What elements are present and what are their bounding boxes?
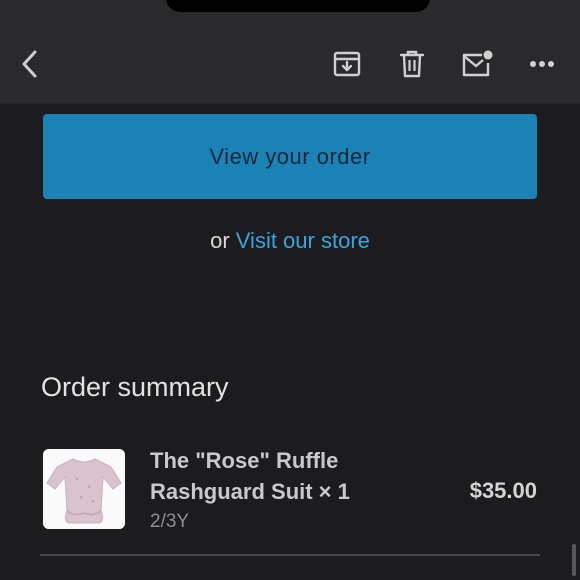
summary-divider [40,554,540,556]
chevron-left-icon [22,50,37,78]
mail-unread-icon [462,50,493,77]
scrollbar[interactable] [572,544,576,576]
product-variant: 2/3Y [150,511,190,532]
more-horizontal-icon [530,61,554,67]
view-order-button[interactable]: View your order [43,114,537,199]
archive-icon [333,51,361,77]
order-summary-title: Order summary [41,372,229,402]
product-price: $35.00 [469,478,537,503]
trash-icon [399,50,425,78]
mark-unread-button[interactable] [457,44,497,84]
delete-button[interactable] [392,44,432,84]
product-name: The "Rose" Ruffle Rashguard Suit × 1 [150,448,350,504]
email-toolbar [0,0,580,104]
email-body: View your order or Visit our store Order… [0,104,580,580]
product-image [43,449,125,529]
visit-store-link[interactable]: Visit our store [236,228,370,253]
more-button[interactable] [522,44,562,84]
store-link-prefix: or [210,228,230,253]
store-link-line: or Visit our store [0,228,580,254]
archive-button[interactable] [327,44,367,84]
device-notch [166,0,430,12]
back-button[interactable] [10,44,50,84]
